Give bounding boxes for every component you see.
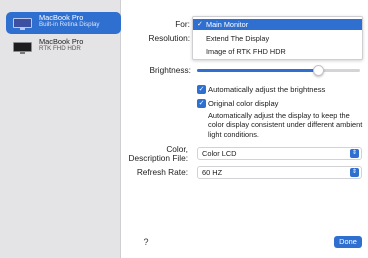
for-label: For: bbox=[175, 19, 190, 29]
display-item-built-in[interactable]: MacBook Pro Built-in Retina Display bbox=[6, 12, 121, 34]
original-color-checkbox[interactable]: ✓ bbox=[197, 99, 206, 108]
brightness-fill bbox=[197, 69, 318, 72]
display-item-rtk[interactable]: MacBook Pro RTK FHD HDR bbox=[6, 36, 121, 58]
display-subtitle: RTK FHD HDR bbox=[39, 44, 81, 52]
brightness-slider-thumb[interactable] bbox=[313, 65, 324, 76]
color-profile-select[interactable]: Color LCD ⇕ bbox=[197, 147, 362, 160]
brightness-label: Brightness: bbox=[149, 65, 191, 75]
auto-brightness-label: Automatically adjust the brightness bbox=[208, 85, 326, 94]
display-mode-menu[interactable]: ✓ Main Monitor Extend The Display Image … bbox=[192, 16, 363, 60]
menu-item-main-monitor[interactable]: ✓ Main Monitor bbox=[193, 19, 362, 30]
done-button[interactable]: Done bbox=[334, 236, 362, 248]
help-button[interactable]: ? bbox=[140, 236, 152, 248]
original-color-description: Automatically adjust the display to keep… bbox=[208, 111, 363, 139]
resolution-label: Resolution: bbox=[148, 33, 190, 43]
brightness-slider[interactable] bbox=[197, 65, 360, 76]
display-icon bbox=[13, 18, 32, 30]
color-description-label: Color, Description File: bbox=[128, 144, 188, 163]
display-icon bbox=[13, 42, 32, 54]
original-color-label: Original color display bbox=[208, 99, 279, 108]
display-subtitle: Built-in Retina Display bbox=[39, 20, 100, 28]
refresh-rate-select[interactable]: 60 HZ ⇕ bbox=[197, 166, 362, 179]
refresh-rate-label: Refresh Rate: bbox=[136, 167, 188, 177]
color-profile-value: Color LCD bbox=[202, 149, 237, 158]
menu-item-extend-display[interactable]: Extend The Display bbox=[193, 33, 362, 44]
chevron-up-down-icon: ⇕ bbox=[350, 168, 359, 177]
menu-item-mirror-rtk[interactable]: Image of RTK FHD HDR bbox=[193, 46, 362, 57]
chevron-up-down-icon: ⇕ bbox=[350, 149, 359, 158]
sidebar: MacBook Pro Built-in Retina Display MacB… bbox=[0, 0, 121, 258]
checkmark-icon: ✓ bbox=[197, 21, 203, 28]
auto-brightness-checkbox[interactable]: ✓ bbox=[197, 85, 206, 94]
refresh-rate-value: 60 HZ bbox=[202, 168, 223, 177]
